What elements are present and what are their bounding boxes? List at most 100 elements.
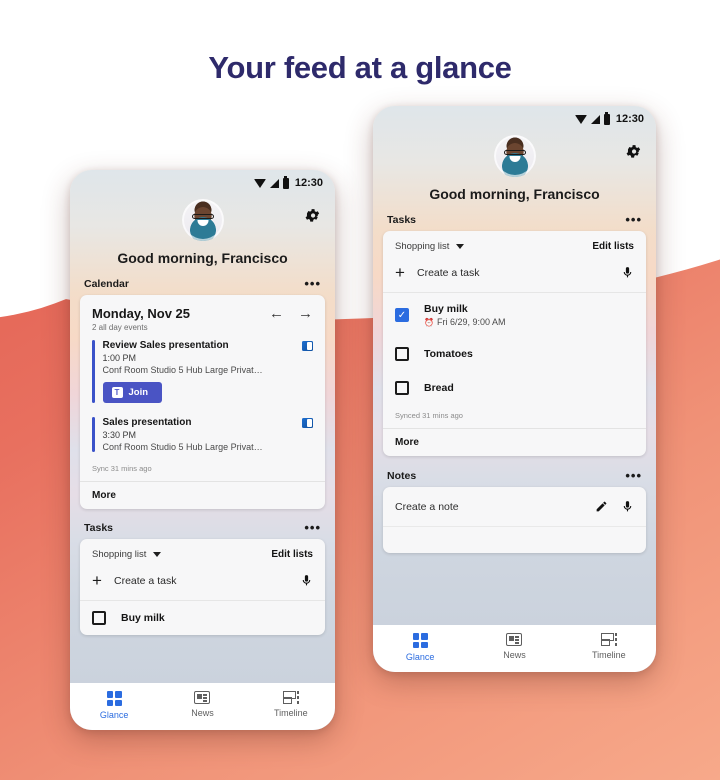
gear-icon[interactable] — [625, 143, 642, 160]
calendar-prev-button[interactable]: ← — [269, 306, 284, 321]
task-list-selector[interactable]: Shopping list — [92, 549, 162, 560]
event-location: Conf Room Studio 5 Hub Large Privat… — [102, 365, 263, 375]
tasks-more-button[interactable]: More — [383, 428, 646, 456]
avatar-glasses — [503, 150, 526, 156]
task-checkbox[interactable] — [395, 347, 409, 361]
task-checkbox[interactable] — [92, 611, 106, 625]
create-task-row[interactable]: + Create a task — [383, 252, 646, 293]
calendar-more-button[interactable]: More — [80, 481, 325, 509]
edit-lists-button[interactable]: Edit lists — [271, 549, 313, 560]
microphone-icon[interactable] — [300, 574, 313, 587]
create-note-input[interactable]: Create a note — [395, 501, 595, 513]
tasks-sync-status: Synced 31 mins ago — [395, 411, 463, 420]
battery-icon — [603, 111, 610, 125]
nav-label-timeline: Timeline — [273, 708, 308, 718]
signal-icon — [590, 114, 600, 124]
greeting-text: Good morning, Francisco — [429, 186, 600, 202]
chevron-down-icon — [153, 552, 162, 557]
section-header-tasks: Tasks ••• — [373, 213, 656, 231]
create-note-row[interactable]: Create a note — [383, 487, 646, 527]
outlook-icon — [302, 418, 313, 428]
phone-left-screen: 12:30 Good morning, Francisco Calendar •… — [70, 170, 335, 730]
section-label-notes: Notes — [387, 470, 417, 482]
profile-header: Good morning, Francisco — [70, 189, 335, 278]
task-title: Bread — [424, 382, 454, 394]
glance-icon — [412, 633, 428, 648]
task-due: ⏰ Fri 6/29, 9:00 AM — [424, 317, 506, 327]
phone-mockup-left: 12:30 Good morning, Francisco Calendar •… — [70, 170, 335, 730]
section-label-tasks: Tasks — [387, 214, 416, 226]
signal-icon — [269, 178, 279, 188]
nav-item-timeline[interactable]: Timeline — [247, 691, 335, 720]
nav-item-timeline[interactable]: Timeline — [562, 633, 656, 662]
tasks-card: Shopping list Edit lists + Create a task… — [80, 539, 325, 635]
status-time: 12:30 — [615, 113, 644, 125]
microphone-icon[interactable] — [621, 500, 634, 513]
notes-overflow-button[interactable]: ••• — [625, 469, 642, 482]
profile-header: Good morning, Francisco — [373, 125, 656, 214]
event-color-bar — [92, 340, 95, 403]
calendar-next-button[interactable]: → — [298, 306, 313, 321]
greeting-text: Good morning, Francisco — [117, 250, 288, 266]
task-row[interactable]: Tomatoes — [383, 337, 646, 371]
task-row[interactable]: Bread — [383, 371, 646, 405]
avatar — [493, 135, 536, 177]
avatar — [181, 199, 224, 241]
event-title: Review Sales presentation — [102, 340, 229, 351]
create-task-input[interactable]: Create a task — [114, 575, 300, 587]
join-meeting-button[interactable]: T Join — [102, 382, 163, 403]
calendar-event[interactable]: Review Sales presentation 1:00 PM Conf R… — [80, 332, 325, 409]
calendar-event[interactable]: Sales presentation 3:30 PM Conf Room Stu… — [80, 409, 325, 458]
tasks-overflow-button[interactable]: ••• — [625, 213, 642, 226]
event-title: Sales presentation — [102, 417, 192, 428]
timeline-icon — [600, 633, 617, 646]
tasks-card: Shopping list Edit lists + Create a task… — [383, 231, 646, 456]
task-title: Buy milk — [121, 612, 165, 624]
bottom-navigation: Glance News Timeline — [373, 625, 656, 672]
timeline-icon — [282, 691, 299, 704]
nav-label-glance: Glance — [405, 652, 435, 662]
create-task-row[interactable]: + Create a task — [80, 560, 325, 601]
calendar-overflow-button[interactable]: ••• — [304, 277, 321, 290]
nav-label-timeline: Timeline — [591, 650, 626, 660]
task-title: Tomatoes — [424, 348, 473, 360]
nav-item-glance[interactable]: Glance — [70, 691, 158, 720]
nav-item-news[interactable]: News — [467, 633, 561, 662]
status-time: 12:30 — [294, 177, 323, 189]
status-bar: 12:30 — [373, 106, 656, 125]
event-location: Conf Room Studio 5 Hub Large Privat… — [102, 442, 263, 452]
phone-mockup-right: 12:30 Good morning, Francisco Tasks ••• … — [373, 106, 656, 672]
task-checkbox[interactable] — [395, 381, 409, 395]
avatar-glasses — [191, 214, 214, 220]
news-icon — [506, 633, 523, 646]
section-label-tasks: Tasks — [84, 522, 113, 534]
nav-item-glance[interactable]: Glance — [373, 633, 467, 662]
nav-label-glance: Glance — [99, 710, 129, 720]
battery-icon — [282, 175, 289, 189]
status-bar: 12:30 — [70, 170, 335, 189]
edit-lists-button[interactable]: Edit lists — [592, 241, 634, 252]
nav-label-news: News — [503, 650, 526, 660]
gear-icon[interactable] — [304, 207, 321, 224]
create-task-input[interactable]: Create a task — [417, 267, 621, 279]
calendar-subtitle: 2 all day events — [92, 323, 148, 332]
task-row[interactable]: ✓ Buy milk ⏰ Fri 6/29, 9:00 AM — [383, 293, 646, 337]
avatar-smile — [197, 220, 208, 226]
nav-item-news[interactable]: News — [158, 691, 246, 720]
microphone-icon[interactable] — [621, 266, 634, 279]
wifi-icon — [574, 114, 587, 124]
task-list-name: Shopping list — [395, 241, 450, 252]
task-list-selector[interactable]: Shopping list — [395, 241, 465, 252]
section-header-calendar: Calendar ••• — [70, 277, 335, 295]
calendar-header: Monday, Nov 25 2 all day events ← → — [80, 295, 325, 332]
news-icon — [194, 691, 211, 704]
task-row[interactable]: Buy milk — [80, 601, 325, 635]
chevron-down-icon — [456, 244, 465, 249]
section-label-calendar: Calendar — [84, 278, 129, 290]
task-due-text: Fri 6/29, 9:00 AM — [436, 317, 506, 327]
outlook-icon — [302, 341, 313, 351]
tasks-overflow-button[interactable]: ••• — [304, 521, 321, 534]
task-checkbox[interactable]: ✓ — [395, 308, 409, 322]
pencil-icon[interactable] — [595, 500, 608, 513]
task-list-name: Shopping list — [92, 549, 147, 560]
